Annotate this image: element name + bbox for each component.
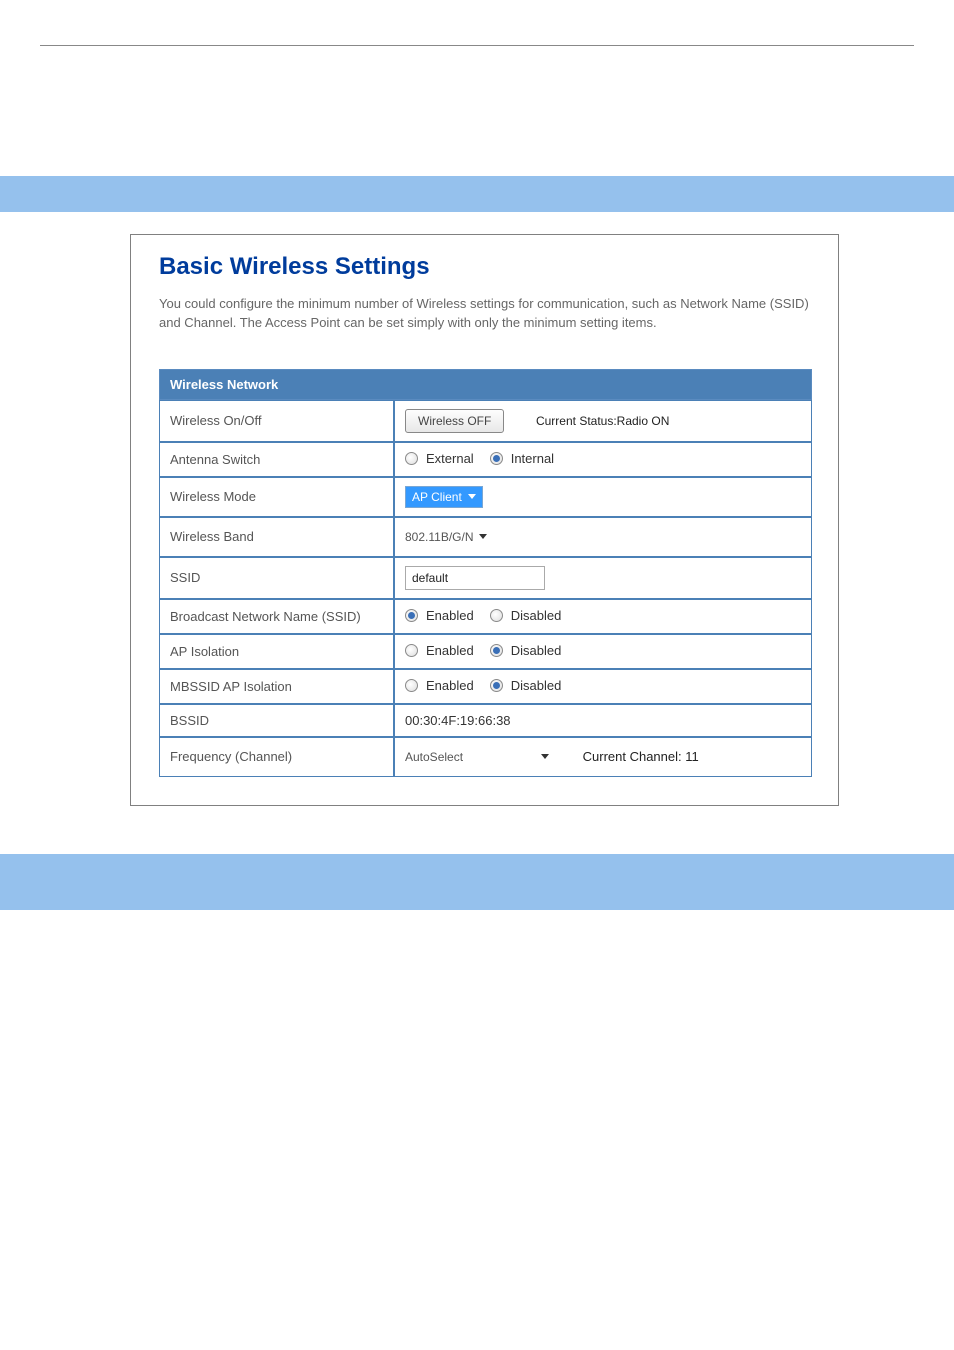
radio-label-broadcast-enabled: Enabled <box>426 608 474 623</box>
radio-apiso-disabled[interactable] <box>490 644 503 657</box>
label-mbssid-ap-isolation: MBSSID AP Isolation <box>159 669 394 704</box>
wireless-off-button[interactable]: Wireless OFF <box>405 409 504 433</box>
radio-apiso-enabled[interactable] <box>405 644 418 657</box>
row-ssid: SSID <box>159 557 812 599</box>
row-wireless-band: Wireless Band 802.11B/G/N <box>159 517 812 557</box>
top-divider <box>40 45 914 46</box>
wireless-mode-select[interactable]: AP Client <box>405 486 483 508</box>
chevron-down-icon <box>541 754 549 759</box>
top-blue-bar <box>0 176 954 212</box>
label-wireless-mode: Wireless Mode <box>159 477 394 517</box>
frequency-channel-value: AutoSelect <box>405 750 463 764</box>
radio-broadcast-enabled[interactable] <box>405 609 418 622</box>
row-antenna-switch: Antenna Switch External Internal <box>159 442 812 477</box>
wireless-mode-value: AP Client <box>412 490 462 504</box>
label-ap-isolation: AP Isolation <box>159 634 394 669</box>
wireless-status-text: Current Status:Radio ON <box>536 414 669 428</box>
row-mbssid-ap-isolation: MBSSID AP Isolation Enabled Disabled <box>159 669 812 704</box>
radio-label-mbssid-enabled: Enabled <box>426 678 474 693</box>
chevron-down-icon <box>468 494 476 499</box>
wireless-band-select[interactable]: 802.11B/G/N <box>405 526 493 548</box>
label-ssid: SSID <box>159 557 394 599</box>
row-broadcast-ssid: Broadcast Network Name (SSID) Enabled Di… <box>159 599 812 634</box>
radio-broadcast-disabled[interactable] <box>490 609 503 622</box>
bssid-value: 00:30:4F:19:66:38 <box>405 713 511 728</box>
ssid-input[interactable] <box>405 566 545 590</box>
row-bssid: BSSID 00:30:4F:19:66:38 <box>159 704 812 737</box>
wireless-settings-table: Wireless On/Off Wireless OFF Current Sta… <box>159 400 812 777</box>
section-header-wireless-network: Wireless Network <box>159 369 812 400</box>
label-antenna-switch: Antenna Switch <box>159 442 394 477</box>
radio-antenna-internal[interactable] <box>490 452 503 465</box>
wireless-band-value: 802.11B/G/N <box>405 530 473 544</box>
radio-label-mbssid-disabled: Disabled <box>511 678 562 693</box>
label-bssid: BSSID <box>159 704 394 737</box>
row-wireless-onoff: Wireless On/Off Wireless OFF Current Sta… <box>159 400 812 442</box>
label-frequency-channel: Frequency (Channel) <box>159 737 394 777</box>
row-ap-isolation: AP Isolation Enabled Disabled <box>159 634 812 669</box>
page-title: Basic Wireless Settings <box>159 253 812 281</box>
chevron-down-icon <box>479 534 487 539</box>
page-description: You could configure the minimum number o… <box>159 295 812 333</box>
row-wireless-mode: Wireless Mode AP Client <box>159 477 812 517</box>
label-wireless-onoff: Wireless On/Off <box>159 400 394 442</box>
radio-label-apiso-enabled: Enabled <box>426 643 474 658</box>
radio-mbssid-disabled[interactable] <box>490 679 503 692</box>
label-wireless-band: Wireless Band <box>159 517 394 557</box>
label-broadcast-ssid: Broadcast Network Name (SSID) <box>159 599 394 634</box>
radio-mbssid-enabled[interactable] <box>405 679 418 692</box>
bottom-blue-bar <box>0 854 954 910</box>
radio-label-apiso-disabled: Disabled <box>511 643 562 658</box>
row-frequency-channel: Frequency (Channel) AutoSelect Current C… <box>159 737 812 777</box>
frequency-channel-select[interactable]: AutoSelect <box>405 746 555 768</box>
settings-panel: Basic Wireless Settings You could config… <box>130 234 839 806</box>
current-channel-text: Current Channel: 11 <box>583 749 699 764</box>
radio-label-external: External <box>426 451 474 466</box>
radio-label-broadcast-disabled: Disabled <box>511 608 562 623</box>
radio-label-internal: Internal <box>511 451 554 466</box>
radio-antenna-external[interactable] <box>405 452 418 465</box>
